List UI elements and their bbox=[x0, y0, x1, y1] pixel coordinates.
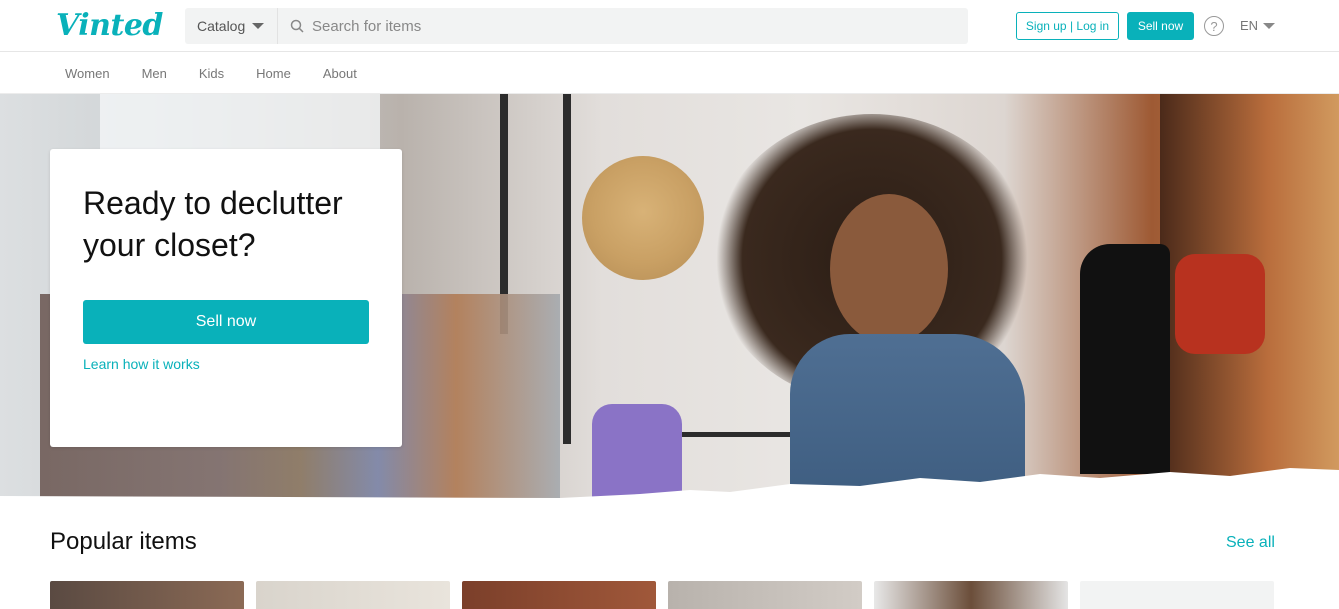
search-bar: Catalog bbox=[185, 8, 968, 44]
language-label: EN bbox=[1240, 18, 1259, 33]
nav-item-about[interactable]: About bbox=[323, 66, 357, 81]
sell-now-button[interactable]: Sell now bbox=[83, 300, 369, 344]
torn-paper-edge bbox=[0, 468, 1339, 500]
vinted-logo[interactable]: Vinted bbox=[56, 8, 163, 43]
question-circle-icon[interactable]: ? bbox=[1204, 16, 1224, 36]
hero-red-bag bbox=[1175, 254, 1265, 354]
item-thumbnail[interactable] bbox=[50, 581, 244, 609]
item-thumbnail[interactable] bbox=[1080, 581, 1274, 609]
learn-how-it-works-link[interactable]: Learn how it works bbox=[83, 356, 369, 372]
catalog-label: Catalog bbox=[197, 18, 246, 34]
item-thumbnail[interactable] bbox=[874, 581, 1068, 609]
hero-woman-face bbox=[830, 194, 948, 344]
hero-card: Ready to declutter your closet? Sell now… bbox=[50, 149, 402, 447]
nav-item-men[interactable]: Men bbox=[142, 66, 167, 81]
item-thumbnail[interactable] bbox=[462, 581, 656, 609]
chevron-down-icon bbox=[1263, 22, 1276, 29]
item-thumbnail[interactable] bbox=[256, 581, 450, 609]
search-input[interactable] bbox=[304, 8, 968, 44]
hero-black-coat bbox=[1080, 244, 1170, 474]
search-icon bbox=[290, 19, 304, 33]
nav-item-women[interactable]: Women bbox=[65, 66, 110, 81]
language-selector[interactable]: EN bbox=[1240, 18, 1276, 33]
hero-rail bbox=[563, 94, 571, 444]
popular-items-list bbox=[50, 581, 1274, 609]
hero-rail bbox=[670, 432, 800, 437]
top-header: Vinted Catalog Sign up | Log in Sell now… bbox=[0, 0, 1339, 52]
nav-item-home[interactable]: Home bbox=[256, 66, 291, 81]
popular-items-title: Popular items bbox=[50, 528, 197, 555]
chevron-down-icon bbox=[252, 23, 265, 29]
hero-title: Ready to declutter your closet? bbox=[83, 185, 343, 263]
nav-item-kids[interactable]: Kids bbox=[199, 66, 224, 81]
sell-now-header-button[interactable]: Sell now bbox=[1127, 12, 1194, 40]
hero-banner: Ready to declutter your closet? Sell now… bbox=[0, 94, 1339, 500]
category-nav: Women Men Kids Home About bbox=[0, 53, 1339, 94]
hero-straw-hat bbox=[582, 156, 704, 280]
hero-window bbox=[100, 94, 380, 154]
see-all-link[interactable]: See all bbox=[1226, 534, 1275, 552]
item-thumbnail[interactable] bbox=[668, 581, 862, 609]
catalog-dropdown[interactable]: Catalog bbox=[185, 8, 278, 44]
signup-login-button[interactable]: Sign up | Log in bbox=[1016, 12, 1119, 40]
